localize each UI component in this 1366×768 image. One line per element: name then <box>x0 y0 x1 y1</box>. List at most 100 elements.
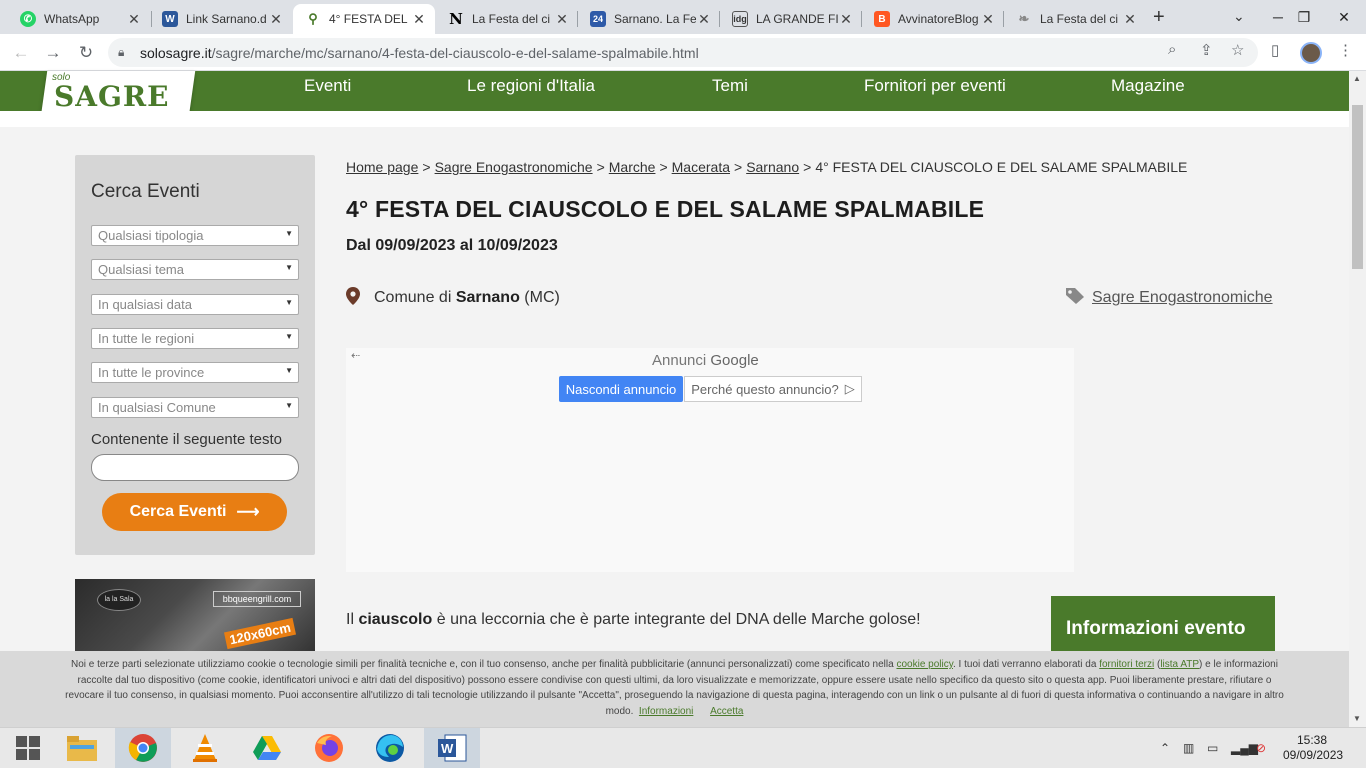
bookmark-star-icon[interactable]: ☆ <box>1231 41 1244 59</box>
ad-logo: la la Sala <box>97 589 141 611</box>
select-data[interactable]: In qualsiasi data ▼ <box>91 294 299 315</box>
scroll-down-icon[interactable]: ▼ <box>1353 714 1361 723</box>
idg-icon: idg <box>732 11 748 27</box>
google-drive-icon[interactable] <box>239 728 295 768</box>
cookie-accept-link[interactable]: Accetta <box>710 706 743 717</box>
window-close-icon[interactable]: ✕ <box>1322 0 1366 34</box>
close-icon[interactable]: ✕ <box>411 11 427 28</box>
close-icon[interactable]: ✕ <box>268 11 284 28</box>
sidebar-ad-banner[interactable]: la la Sala bbqueengrill.com 120x60cm <box>75 579 315 651</box>
firefox-icon[interactable] <box>301 728 357 768</box>
location-pin-icon <box>346 287 360 305</box>
tab-festa-notion[interactable]: N La Festa del ci ✕ <box>436 4 578 34</box>
cookie-banner: Noi e terze parti selezionate utilizziam… <box>0 651 1349 727</box>
back-icon[interactable]: ← <box>9 41 33 65</box>
tray-device-icon[interactable]: ▥ <box>1183 741 1194 755</box>
select-tipologia[interactable]: Qualsiasi tipologia ▼ <box>91 225 299 246</box>
select-province[interactable]: In tutte le province ▼ <box>91 362 299 383</box>
nav-eventi[interactable]: Eventi <box>304 76 351 96</box>
nav-temi[interactable]: Temi <box>712 76 748 96</box>
svg-text:W: W <box>441 741 454 756</box>
tab-grande-fi[interactable]: idg LA GRANDE FI ✕ <box>720 4 862 34</box>
scrollbar-thumb[interactable] <box>1352 105 1363 269</box>
generic-page-icon: ❧ <box>1018 11 1030 26</box>
tab-festa-active[interactable]: ⚲ 4° FESTA DEL C ✕ <box>293 4 435 34</box>
nav-fornitori[interactable]: Fornitori per eventi <box>864 76 1006 96</box>
cookie-info-link[interactable]: Informazioni <box>639 706 693 717</box>
tab-whatsapp[interactable]: ✆ WhatsApp ✕ <box>8 4 150 34</box>
tray-monitor-icon[interactable]: ▭ <box>1207 741 1218 755</box>
url-text: solosagre.it/sagre/marche/mc/sarnano/4-f… <box>140 44 699 61</box>
breadcrumb-macerata[interactable]: Macerata <box>672 159 730 175</box>
tab-link-sarnano[interactable]: W Link Sarnano.d ✕ <box>150 4 292 34</box>
ad-back-arrow-icon[interactable]: ⇠ <box>351 349 360 362</box>
select-comune[interactable]: In qualsiasi Comune ▼ <box>91 397 299 418</box>
nav-regioni[interactable]: Le regioni d'Italia <box>467 76 595 96</box>
cerca-eventi-button[interactable]: Cerca Eventi ⟶ <box>102 493 287 531</box>
tab-search-chevron-icon[interactable]: ⌄ <box>1233 8 1245 25</box>
menu-kebab-icon[interactable]: ⋮ <box>1338 41 1353 59</box>
system-clock[interactable]: 15:38 09/09/2023 <box>1283 733 1344 763</box>
tab-festa-other[interactable]: ❧ La Festa del ci ✕ <box>1004 4 1146 34</box>
text-search-input[interactable] <box>91 454 299 481</box>
tab-title: Sarnano. La Fe <box>614 12 696 26</box>
tab-sarnano-24[interactable]: 24 Sarnano. La Fe ✕ <box>578 4 720 34</box>
tray-expand-icon[interactable]: ⌃ <box>1160 741 1170 755</box>
address-bar[interactable]: 🔒︎ solosagre.it/sagre/marche/mc/sarnano/… <box>108 38 1258 67</box>
file-explorer-icon[interactable] <box>54 728 110 768</box>
scroll-up-icon[interactable]: ▲ <box>1353 74 1361 83</box>
windows-start-icon[interactable] <box>0 728 56 768</box>
tab-title: LA GRANDE FI <box>756 12 838 26</box>
word-icon[interactable]: W <box>424 728 480 768</box>
tab-avvinatore-blog[interactable]: B AvvinatoreBlog ✕ <box>862 4 1004 34</box>
network-icon[interactable]: ▂▄▆ <box>1231 741 1258 755</box>
reload-icon[interactable]: ↻ <box>74 41 98 65</box>
vlc-icon[interactable] <box>177 728 233 768</box>
edge-icon[interactable] <box>362 728 418 768</box>
hide-ad-button[interactable]: Nascondi annuncio <box>559 376 683 402</box>
zoom-search-icon[interactable]: ⌕ <box>1168 41 1176 58</box>
breadcrumb-home[interactable]: Home page <box>346 159 418 175</box>
tab-title: 4° FESTA DEL C <box>329 12 411 26</box>
header-white-strip <box>0 111 1349 127</box>
share-icon[interactable]: ⇪ <box>1200 41 1213 59</box>
breadcrumb-sarnano[interactable]: Sarnano <box>746 159 799 175</box>
cookie-policy-link[interactable]: cookie policy <box>896 659 953 670</box>
nav-magazine[interactable]: Magazine <box>1111 76 1185 96</box>
side-panel-icon[interactable]: ▯ <box>1271 41 1279 59</box>
why-ad-button[interactable]: Perché questo annuncio? ▷ <box>684 376 862 402</box>
chrome-icon[interactable] <box>115 728 171 768</box>
24-icon: 24 <box>590 11 606 27</box>
dropdown-arrow-icon: ▼ <box>285 298 293 307</box>
close-icon[interactable]: ✕ <box>554 11 570 28</box>
close-icon[interactable]: ✕ <box>696 11 712 28</box>
select-tema[interactable]: Qualsiasi tema ▼ <box>91 259 299 280</box>
close-icon[interactable]: ✕ <box>126 11 142 28</box>
event-intro: Il ciauscolo è una leccornia che è parte… <box>346 611 921 628</box>
category-link[interactable]: Sagre Enogastronomiche <box>1092 289 1273 307</box>
clock-time: 15:38 <box>1296 733 1328 747</box>
third-party-link[interactable]: fornitori terzi <box>1099 659 1154 670</box>
breadcrumb-marche[interactable]: Marche <box>609 159 656 175</box>
tag-icon <box>1066 288 1084 304</box>
tab-title: Link Sarnano.d <box>186 12 267 26</box>
cerca-eventi-label: Cerca Eventi <box>129 503 227 520</box>
breadcrumb-sagre[interactable]: Sagre Enogastronomiche <box>435 159 593 175</box>
close-icon[interactable]: ✕ <box>980 11 996 28</box>
new-tab-icon[interactable]: + <box>1153 6 1165 29</box>
forward-icon[interactable]: → <box>41 41 65 65</box>
volume-muted-icon[interactable]: ⊘ <box>1256 741 1266 755</box>
dropdown-arrow-icon: ▼ <box>285 263 293 272</box>
whatsapp-icon: ✆ <box>20 11 36 27</box>
atp-list-link[interactable]: lista ATP <box>1160 659 1199 670</box>
restore-icon[interactable]: ❐ <box>1282 0 1326 34</box>
select-regioni[interactable]: In tutte le regioni ▼ <box>91 328 299 349</box>
ad-size-badge: 120x60cm <box>223 617 297 650</box>
word-doc-icon: W <box>162 11 178 27</box>
text-search-label: Contenente il seguente testo <box>91 431 282 448</box>
close-icon[interactable]: ✕ <box>838 11 854 28</box>
logo-text[interactable]: SAGRE <box>54 80 169 113</box>
profile-avatar[interactable] <box>1300 42 1322 64</box>
close-icon[interactable]: ✕ <box>1122 11 1138 28</box>
clock-date: 09/09/2023 <box>1283 748 1344 762</box>
